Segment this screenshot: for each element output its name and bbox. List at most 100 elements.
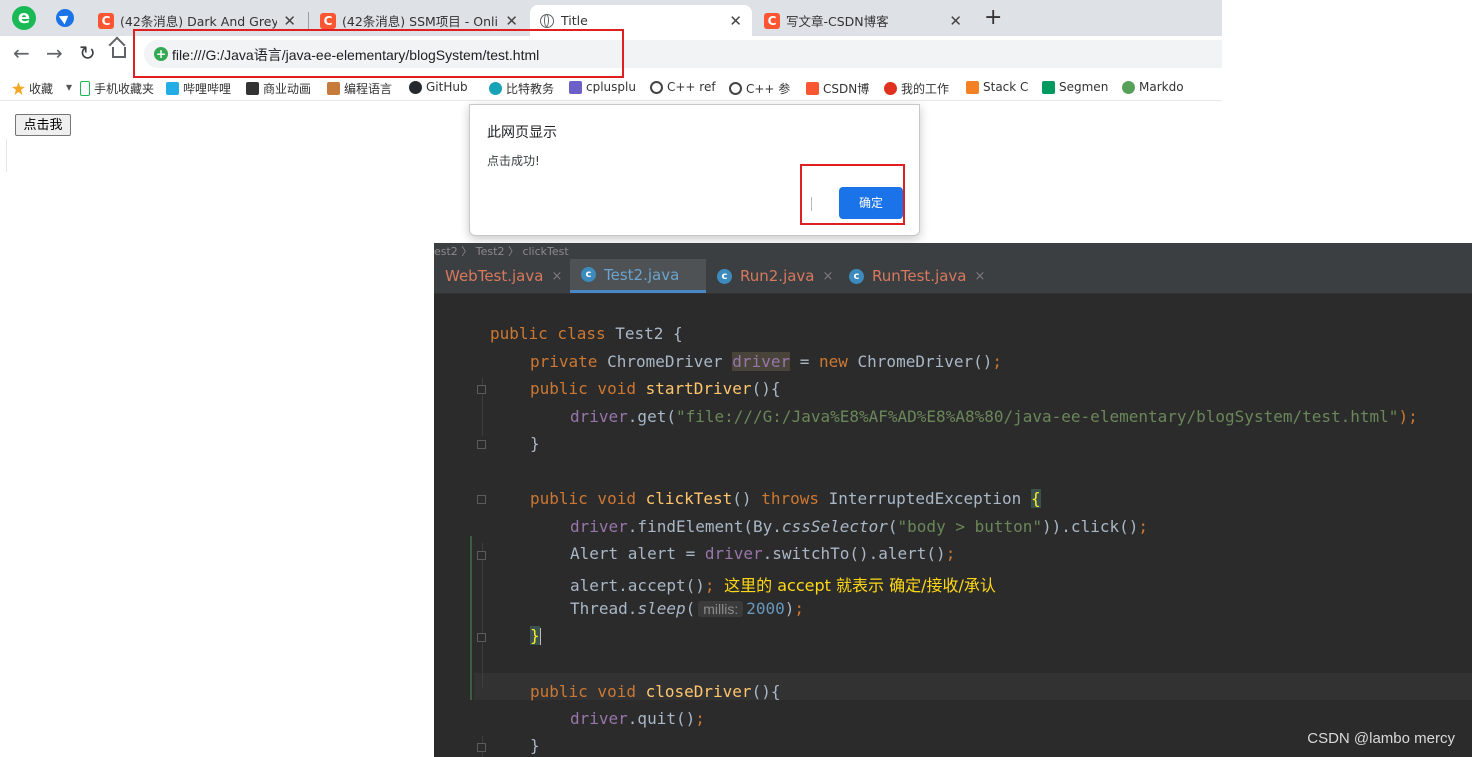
code-token: ); <box>1398 407 1418 426</box>
ide-tab-test2[interactable]: c Test2.java <box>570 259 706 293</box>
fold-marker-icon[interactable] <box>477 385 486 394</box>
new-tab-button[interactable]: + <box>984 6 1002 30</box>
page-edge <box>6 139 7 172</box>
forward-arrow-icon[interactable]: → <box>46 42 63 64</box>
bookmark-item[interactable]: 我的工作 <box>884 80 949 97</box>
bookmark-item[interactable]: cplusplu <box>569 80 636 94</box>
back-arrow-icon[interactable]: ← <box>13 42 30 64</box>
code-editor[interactable]: public class Test2 { private ChromeDrive… <box>434 293 1472 757</box>
code-token: ChromeDriver <box>607 352 733 371</box>
browser-tab[interactable]: C 写文章-CSDN博客 ✕ <box>754 5 972 36</box>
school-icon <box>489 82 502 95</box>
ide-tab-label: RunTest.java <box>872 267 967 285</box>
ide-tab-run2[interactable]: c Run2.java × <box>710 259 845 293</box>
bookmark-item[interactable]: 编程语言 <box>327 80 392 97</box>
fold-marker-icon[interactable] <box>477 551 486 560</box>
code-line: public void clickTest() throws Interrupt… <box>530 489 1041 508</box>
code-token: driver <box>704 544 763 563</box>
code-token: ; <box>794 599 805 618</box>
bookmark-item[interactable]: GitHub <box>409 80 468 94</box>
close-tab-icon[interactable]: ✕ <box>949 12 962 30</box>
bookmark-item[interactable]: 比特教务 <box>489 80 554 97</box>
ide-editor-tabs: WebTest.java × c Test2.java c Run2.java × cR… <box>434 259 1472 294</box>
ide-breadcrumb[interactable]: est2 〉 Test2 〉 clickTest <box>434 243 1472 259</box>
bookmark-item[interactable]: Stack C <box>966 80 1028 94</box>
code-line: Thread.sleep(millis: 2000); <box>570 599 804 618</box>
code-token: ; <box>992 352 1003 371</box>
bookmark-label: Segmen <box>1059 80 1109 94</box>
close-tab-icon[interactable]: ✕ <box>729 12 742 30</box>
ok-button-highlight-box <box>800 164 905 225</box>
code-icon <box>327 82 340 95</box>
code-token: (){ <box>751 379 781 398</box>
ide-tab-webtest[interactable]: WebTest.java × <box>434 259 579 293</box>
pinned-tab-icon[interactable] <box>56 9 74 27</box>
code-token: = <box>790 352 819 371</box>
code-token: { <box>1030 489 1041 508</box>
fold-marker-icon[interactable] <box>477 633 486 642</box>
bookmark-item[interactable]: 哔哩哔哩 <box>166 80 231 97</box>
java-class-icon: c <box>849 268 864 284</box>
bookmark-item[interactable]: Segmen <box>1042 80 1108 94</box>
close-icon[interactable]: × <box>823 269 834 284</box>
tab-title: (42条消息) SSM项目 - Online <box>342 14 500 29</box>
code-token: ; <box>1138 517 1148 536</box>
code-token: .get( <box>627 407 676 426</box>
click-me-button[interactable]: 点击我 <box>15 114 71 136</box>
bookmark-label: GitHub <box>426 80 468 94</box>
bookmark-item[interactable]: CSDN博 <box>806 80 869 97</box>
close-tab-icon[interactable]: ✕ <box>283 12 296 30</box>
code-token: driver <box>570 709 628 728</box>
code-line: alert.accept(); 这里的 accept 就表示 确定/接收/承认 <box>570 572 996 596</box>
tab-title: (42条消息) Dark And Grey的 <box>120 14 278 29</box>
code-token: .switchTo().alert() <box>762 544 946 563</box>
vcs-change-marker <box>470 536 472 700</box>
code-token: ; <box>704 576 715 595</box>
close-icon[interactable]: × <box>975 269 986 284</box>
bookmark-label: 哔哩哔哩 <box>183 82 232 96</box>
ide-panel: est2 〉 Test2 〉 clickTest WebTest.java × c… <box>434 243 1472 757</box>
fold-guide <box>482 543 483 688</box>
tab-separator <box>308 12 309 30</box>
code-token: public void <box>530 489 646 508</box>
fold-marker-icon[interactable] <box>477 440 486 449</box>
java-class-icon: c <box>717 268 732 284</box>
ide-tab-label: Test2.java <box>604 265 680 284</box>
csdn-icon <box>806 82 819 95</box>
ide-tab-label: WebTest.java <box>445 267 544 285</box>
bookmark-favorites[interactable]: 收藏 <box>12 80 53 97</box>
fold-marker-icon[interactable] <box>477 495 486 504</box>
ide-tab-runtest[interactable]: c RunTest.java × <box>842 259 999 293</box>
annotation-comment: 这里的 accept 就表示 确定/接收/承认 <box>724 576 996 595</box>
ide-tab-label: Run2.java <box>740 267 815 285</box>
fold-marker-icon[interactable] <box>477 743 486 752</box>
bookmark-item[interactable]: 手机收藏夹 <box>80 80 154 97</box>
anime-icon <box>246 82 259 95</box>
bookmarks-bar: 收藏 ▾ 手机收藏夹 哔哩哔哩 商业动画 编程语言 GitHub 比特教务 cp… <box>0 76 1222 101</box>
home-icon[interactable] <box>112 47 126 58</box>
cpp-ref-icon <box>650 80 663 94</box>
bookmark-item[interactable]: C++ 参 <box>729 80 790 97</box>
code-token: ( <box>887 517 898 536</box>
code-token: driver <box>570 517 628 536</box>
bilibili-icon <box>166 82 179 95</box>
code-token: cssSelector <box>781 517 888 536</box>
close-tab-icon[interactable]: ✕ <box>505 12 518 30</box>
bookmark-item[interactable]: C++ ref <box>650 80 716 94</box>
bookmark-item[interactable]: Markdo <box>1122 80 1184 94</box>
code-token: Test2 { <box>615 324 683 343</box>
browser-logo-icon[interactable]: e <box>12 6 36 30</box>
parameter-hint: millis: <box>698 601 744 617</box>
code-token: Alert alert = <box>570 544 705 563</box>
code-line: } <box>530 736 540 755</box>
java-class-icon: c <box>581 267 596 282</box>
alert-title: 此网页显示 <box>487 125 557 141</box>
bookmark-dropdown[interactable]: ▾ <box>66 80 72 94</box>
code-token: ChromeDriver() <box>857 352 993 371</box>
reload-icon[interactable]: ↻ <box>79 42 96 64</box>
bookmark-item[interactable]: 商业动画 <box>246 80 311 97</box>
close-icon[interactable]: × <box>551 269 562 284</box>
csdn-icon: C <box>98 12 114 29</box>
phone-icon <box>80 81 90 96</box>
code-token: ; <box>695 709 705 728</box>
